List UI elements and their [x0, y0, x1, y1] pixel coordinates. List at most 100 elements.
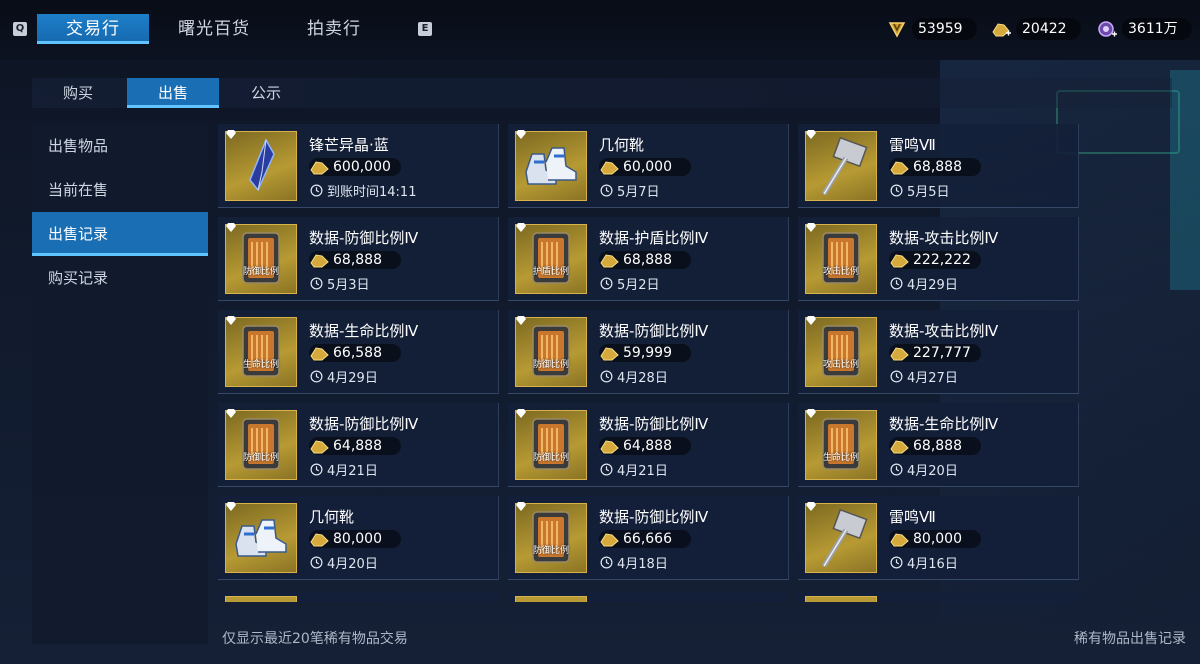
thumb-label: 生命比例	[822, 453, 859, 463]
thumb-label: 防御比例	[532, 546, 569, 556]
clock-icon	[600, 556, 613, 569]
tab-public[interactable]: 公示	[220, 78, 312, 108]
clock-icon	[600, 184, 613, 197]
item-thumbnail: 防御比例	[515, 503, 587, 573]
item-price-value: 222,222	[913, 252, 971, 268]
item-date: 4月20日	[310, 553, 378, 572]
item-price-value: 227,777	[913, 345, 971, 361]
item-price: 68,888	[889, 437, 981, 455]
item-price-value: 66,588	[333, 345, 382, 361]
item-thumbnail: 生命比例	[805, 410, 877, 480]
data-icon	[516, 325, 586, 386]
gold-ore-icon	[600, 254, 619, 268]
item-thumbnail	[515, 131, 587, 201]
item-date: 到账时间14:11	[310, 181, 416, 200]
sale-record-card-partial[interactable]	[508, 592, 788, 602]
rarity-diamond-icon	[226, 502, 236, 511]
thumb-label: 防御比例	[532, 453, 569, 463]
sale-record-card[interactable]: 几何靴 60,000 5月7日	[508, 124, 789, 208]
side-menu: 出售物品 当前在售 出售记录 购买记录	[32, 124, 208, 644]
side-item-buy-history[interactable]: 购买记录	[32, 256, 208, 300]
gold-ore-icon	[600, 161, 619, 175]
side-item-sell-items[interactable]: 出售物品	[32, 124, 208, 168]
item-price: 64,888	[309, 437, 401, 455]
item-price-value: 68,888	[333, 252, 382, 268]
sale-record-card[interactable]: 生命比例 数据-生命比例Ⅳ 68,888 4月20日	[798, 403, 1079, 487]
clock-icon	[310, 277, 323, 290]
e-key-hint[interactable]: E	[418, 22, 432, 36]
item-date: 4月29日	[310, 367, 378, 386]
rarity-diamond-icon	[226, 130, 236, 139]
item-thumbnail	[225, 503, 297, 573]
clock-icon	[310, 463, 323, 476]
item-price: 222,222	[889, 251, 981, 269]
rarity-diamond-icon	[516, 502, 526, 511]
tab-trading[interactable]: 交易行	[37, 14, 149, 44]
item-price: 80,000	[309, 530, 401, 548]
crystal-icon	[226, 138, 296, 200]
sale-record-card-partial[interactable]	[798, 592, 1078, 602]
tab-buy[interactable]: 购买	[32, 78, 124, 108]
thumb-label: 攻击比例	[822, 267, 859, 277]
sale-record-card-partial[interactable]	[218, 592, 498, 602]
item-date: 5月2日	[600, 274, 660, 293]
sale-record-card[interactable]: 防御比例 数据-防御比例Ⅳ 66,666 4月18日	[508, 496, 789, 580]
sale-record-card[interactable]: 锋芒异晶·蓝 600,000 到账时间14:11	[218, 124, 499, 208]
item-date: 4月16日	[890, 553, 958, 572]
item-date-text: 5月2日	[617, 278, 660, 293]
data-icon	[516, 232, 586, 293]
item-name: 几何靴	[309, 508, 355, 526]
item-date-text: 4月29日	[327, 371, 378, 386]
side-item-on-sale[interactable]: 当前在售	[32, 168, 208, 212]
item-price-value: 60,000	[623, 159, 672, 175]
sale-record-card[interactable]: 防御比例 数据-防御比例Ⅳ 64,888 4月21日	[508, 403, 789, 487]
item-name: 几何靴	[599, 136, 645, 154]
sale-record-card[interactable]: 防御比例 数据-防御比例Ⅳ 64,888 4月21日	[218, 403, 499, 487]
item-price: 80,000	[889, 530, 981, 548]
thumb-label: 生命比例	[242, 360, 279, 370]
item-date-text: 到账时间14:11	[327, 185, 417, 200]
footer-title: 稀有物品出售记录	[1074, 631, 1186, 647]
item-date: 5月3日	[310, 274, 370, 293]
item-thumbnail: 攻击比例	[805, 317, 877, 387]
sale-record-card[interactable]: 几何靴 80,000 4月20日	[218, 496, 499, 580]
gold-ore-icon	[600, 533, 619, 547]
gem-v-icon	[886, 18, 908, 40]
item-date-text: 5月5日	[907, 185, 950, 200]
thumb-label: 防御比例	[242, 453, 279, 463]
item-price: 59,999	[599, 344, 691, 362]
rarity-diamond-icon	[226, 316, 236, 325]
sale-record-card[interactable]: 护盾比例 数据-护盾比例Ⅳ 68,888 5月2日	[508, 217, 789, 301]
item-date: 4月29日	[890, 274, 958, 293]
tab-sell[interactable]: 出售	[127, 78, 219, 108]
item-price-value: 68,888	[623, 252, 672, 268]
sale-record-card[interactable]: 雷鸣Ⅶ 68,888 5月5日	[798, 124, 1079, 208]
rarity-diamond-icon	[516, 130, 526, 139]
sale-record-card[interactable]: 防御比例 数据-防御比例Ⅳ 59,999 4月28日	[508, 310, 789, 394]
sale-record-card[interactable]: 防御比例 数据-防御比例Ⅳ 68,888 5月3日	[218, 217, 499, 301]
item-thumbnail: 攻击比例	[805, 224, 877, 294]
item-date: 4月18日	[600, 553, 668, 572]
clock-icon	[600, 463, 613, 476]
q-key-hint[interactable]: Q	[13, 22, 27, 36]
tab-auction[interactable]: 拍卖行	[284, 14, 384, 44]
item-price: 68,888	[599, 251, 691, 269]
sale-record-card[interactable]: 攻击比例 数据-攻击比例Ⅳ 227,777 4月27日	[798, 310, 1079, 394]
sale-record-card[interactable]: 攻击比例 数据-攻击比例Ⅳ 222,222 4月29日	[798, 217, 1079, 301]
currency-3-value: 3611万	[1122, 18, 1192, 40]
gold-ore-icon	[310, 440, 329, 454]
sale-record-card[interactable]: 生命比例 数据-生命比例Ⅳ 66,588 4月29日	[218, 310, 499, 394]
rarity-diamond-icon	[226, 223, 236, 232]
sale-record-card[interactable]: 雷鸣Ⅶ 80,000 4月16日	[798, 496, 1079, 580]
data-icon	[226, 232, 296, 293]
clock-icon	[310, 556, 323, 569]
currency-2-value: 20422	[1016, 18, 1081, 40]
item-name: 数据-防御比例Ⅳ	[599, 322, 709, 340]
rarity-diamond-icon	[806, 223, 816, 232]
side-item-sell-history[interactable]: 出售记录	[32, 212, 208, 256]
tab-dawn-store[interactable]: 曙光百货	[164, 14, 264, 44]
item-name: 数据-攻击比例Ⅳ	[889, 322, 999, 340]
rarity-diamond-icon	[806, 502, 816, 511]
item-price: 66,666	[599, 530, 691, 548]
sub-tab-bar: 购买 出售 公示	[32, 78, 1172, 108]
